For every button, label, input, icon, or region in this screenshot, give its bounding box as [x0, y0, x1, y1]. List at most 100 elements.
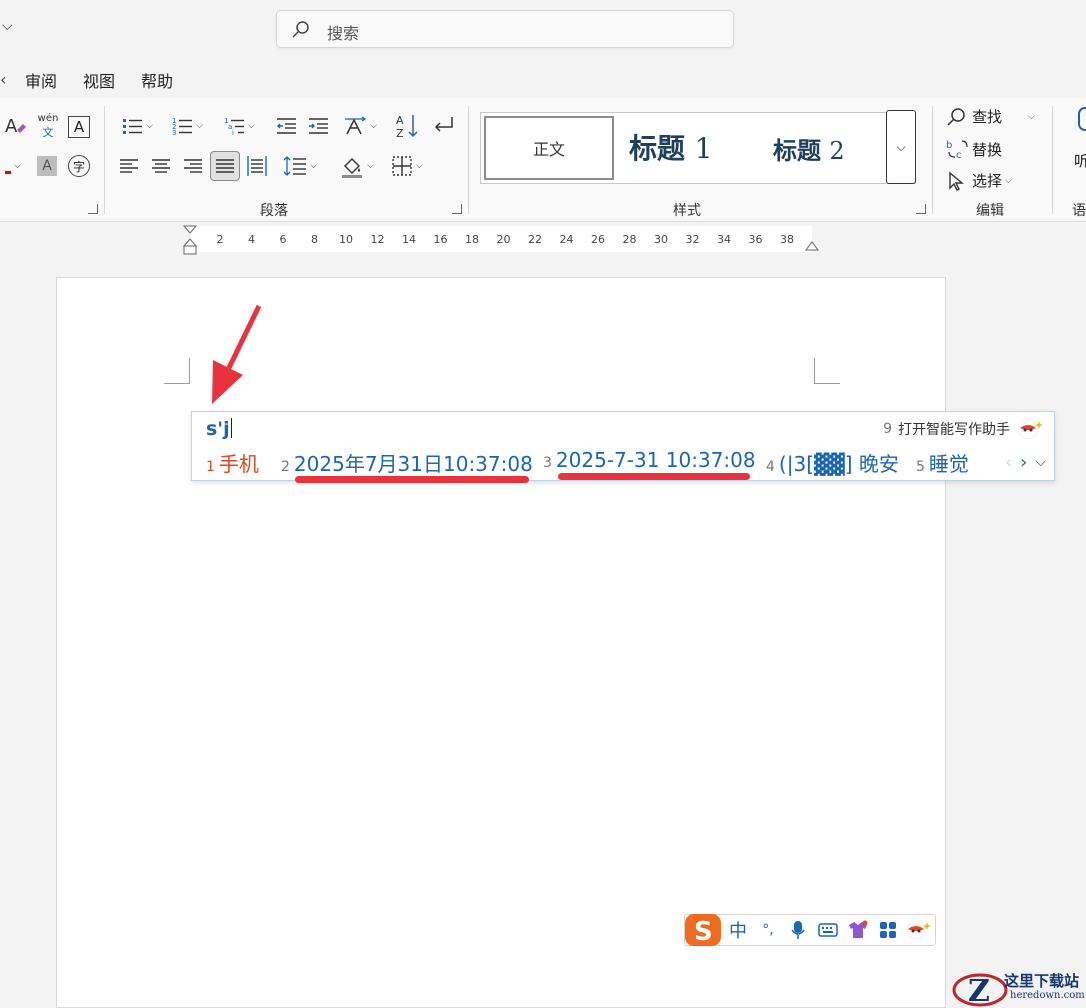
chevron-down-icon[interactable]: ⌵: [2, 18, 13, 34]
chevron-right-icon[interactable]: ›: [1020, 452, 1027, 473]
ime-status-bar[interactable]: S 中 °,: [683, 912, 936, 948]
find-button[interactable]: 查找 ⌵: [946, 106, 1035, 127]
sogou-logo-icon[interactable]: S: [683, 912, 723, 948]
dictate-button[interactable]: [1074, 106, 1086, 136]
search-box[interactable]: 搜索: [276, 10, 734, 48]
ime-candidate[interactable]: 3 2025-7-31 10:37:08: [543, 448, 756, 472]
right-indent-marker[interactable]: [804, 236, 820, 252]
borders-button[interactable]: ⌵: [386, 155, 428, 177]
search-icon: [292, 21, 309, 38]
paragraph-dialog-launcher[interactable]: [452, 204, 462, 214]
ime-candidate[interactable]: 2 2025年7月31日10:37:08: [281, 448, 533, 477]
candidate-num: 3: [543, 455, 552, 471]
select-button[interactable]: 选择 ⌵: [946, 170, 1012, 191]
select-label: 选择: [972, 172, 1003, 190]
numbering-icon: 123: [172, 117, 193, 136]
clear-formatting-button[interactable]: A: [4, 114, 28, 138]
ime-mode-button[interactable]: 中: [723, 917, 753, 943]
chevron-down-icon: ⌵: [146, 121, 153, 131]
ime-candidate[interactable]: 4 (|3[▓▓] 晚安: [766, 448, 899, 477]
ruler-tick: 10: [339, 233, 353, 246]
margin-corner-top-right: [814, 358, 840, 384]
style-normal[interactable]: 正文: [484, 116, 614, 180]
ime-writing-assistant[interactable]: 9 打开智能写作助手: [883, 418, 1044, 440]
assistant-button[interactable]: [903, 920, 933, 940]
annotation-underline: [295, 476, 529, 483]
style-heading-1-text: 标题: [629, 132, 686, 165]
chevron-down-icon[interactable]: ⌵: [1035, 454, 1046, 473]
candidate-text: 手机: [218, 452, 259, 476]
line-spacing-button[interactable]: ⌵: [280, 155, 320, 177]
bullets-button[interactable]: ⌵: [116, 116, 158, 136]
replace-icon: bc: [946, 140, 968, 160]
candidate-num: 2: [281, 459, 290, 475]
ruler-tick: 26: [591, 233, 605, 246]
font-color-button[interactable]: ⌵: [0, 156, 26, 176]
styles-more-button[interactable]: ⌵: [886, 110, 916, 184]
align-center-button[interactable]: [150, 156, 172, 176]
site-logo-icon: Z: [952, 973, 1008, 1008]
sort-button[interactable]: AZ: [394, 112, 420, 140]
character-shading-button[interactable]: A: [37, 156, 57, 176]
watermark-cn: 这里下载站: [1004, 972, 1080, 990]
styles-dialog-launcher[interactable]: [916, 204, 926, 214]
align-left-icon: [120, 159, 138, 173]
decrease-indent-icon: [277, 118, 296, 134]
align-left-button[interactable]: [118, 156, 140, 176]
decrease-indent-button[interactable]: [274, 116, 298, 136]
line-spacing-icon: [283, 156, 307, 176]
ruler-tick: 32: [685, 233, 700, 246]
shading-button[interactable]: ⌵: [336, 153, 378, 179]
menu-item-review[interactable]: 审阅: [25, 68, 57, 92]
style-heading-1[interactable]: 标题 1: [629, 127, 713, 167]
font-color-swatch: [5, 170, 12, 174]
candidate-num: 5: [916, 459, 925, 475]
sogou-mascot-icon: [906, 920, 931, 940]
ime-composition: s'j: [206, 418, 232, 440]
character-border-button[interactable]: A: [68, 116, 90, 138]
voice-input-button[interactable]: [783, 920, 813, 940]
replace-button[interactable]: bc 替换: [946, 138, 1002, 160]
chinese-layout-button[interactable]: ⌵: [340, 114, 380, 138]
menu-item-partial[interactable]: ‹: [0, 70, 6, 89]
microphone-icon: [791, 921, 805, 939]
horizontal-ruler[interactable]: 2 4 6 8 10 12 14 16 18 20 22 24 26 28 30 32 34 36 38: [190, 226, 812, 252]
document-page[interactable]: [56, 277, 946, 1008]
soft-keyboard-button[interactable]: [813, 922, 843, 938]
ime-punctuation-button[interactable]: °,: [753, 922, 783, 938]
style-heading-2[interactable]: 标题 2: [773, 131, 845, 166]
apps-icon: [880, 922, 896, 938]
phonetic-guide-button[interactable]: wén 文: [36, 112, 60, 140]
enclose-characters-button[interactable]: 字: [68, 155, 90, 177]
font-dialog-launcher[interactable]: [88, 204, 98, 214]
distributed-button[interactable]: [246, 155, 268, 177]
ruler-tick: 12: [370, 233, 385, 246]
skin-button[interactable]: [843, 920, 873, 940]
clear-format-icon: A: [5, 116, 26, 137]
justify-button[interactable]: [210, 151, 240, 181]
ime-candidate[interactable]: 1 手机: [206, 448, 259, 477]
chevron-down-icon: ⌵: [416, 161, 423, 171]
ruler-tick: 4: [248, 233, 255, 246]
toolbox-button[interactable]: [873, 921, 903, 939]
svg-text:A: A: [396, 114, 404, 127]
multilevel-list-button[interactable]: 1 a i ⌵: [218, 116, 260, 136]
align-right-button[interactable]: [182, 156, 204, 176]
paint-bucket-icon: [342, 158, 363, 178]
annotation-underline: [558, 473, 750, 480]
show-marks-button[interactable]: [430, 114, 456, 138]
ime-page-nav: ‹ › ⌵: [1005, 452, 1046, 473]
numbering-button[interactable]: 1 2 3 ⌵: [166, 116, 208, 136]
chevron-left-icon[interactable]: ‹: [1005, 452, 1012, 473]
ime-assist-num: 9: [883, 421, 892, 437]
microphone-icon: [1078, 107, 1086, 131]
svg-text:Z: Z: [396, 127, 404, 140]
indent-marker[interactable]: [182, 224, 198, 256]
ruler-tick: 14: [402, 233, 416, 246]
ime-candidate[interactable]: 5 睡觉: [916, 448, 969, 477]
menu-item-help[interactable]: 帮助: [141, 68, 173, 92]
chevron-down-icon: ⌵: [310, 161, 317, 171]
menu-item-view[interactable]: 视图: [83, 68, 115, 92]
increase-indent-button[interactable]: [306, 116, 330, 136]
chevron-down-icon: ⌵: [1005, 175, 1012, 186]
